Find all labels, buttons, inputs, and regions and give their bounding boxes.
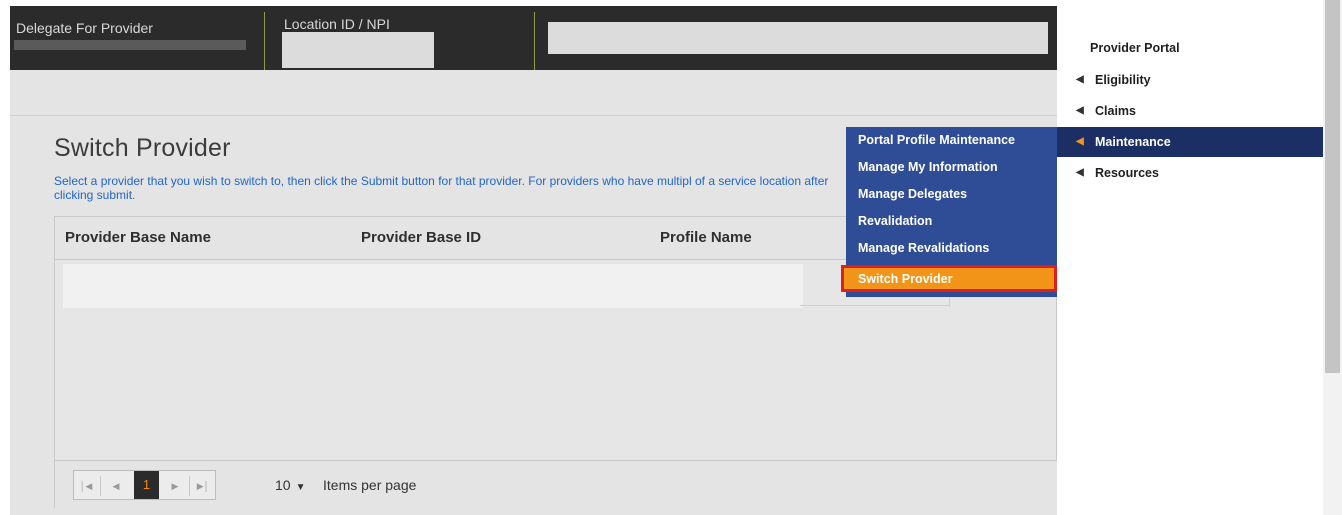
grid-pager: │◀ ◀ 1 ▶ ▶│ 10 ▼ Items per page [55, 460, 1058, 508]
delegate-value-redacted [14, 40, 246, 50]
submenu-item-revalidation[interactable]: Revalidation [846, 208, 1057, 235]
submenu-item-portal-profile-maintenance[interactable]: Portal Profile Maintenance [846, 127, 1057, 154]
col-header-provider-base-id[interactable]: Provider Base ID [361, 229, 481, 246]
items-per-page-value: 10 [275, 477, 291, 493]
submenu-item-switch-provider[interactable]: Switch Provider [841, 265, 1057, 292]
submenu-item-manage-revalidations[interactable]: Manage Revalidations [846, 235, 1057, 262]
nav-item-label: Eligibility [1095, 73, 1151, 87]
maintenance-submenu: Portal Profile Maintenance Manage My Inf… [841, 127, 1057, 297]
delegate-cell: Delegate For Provider [10, 6, 264, 70]
header-divider [264, 12, 265, 70]
location-value-redacted [282, 32, 434, 68]
location-cell: Location ID / NPI [272, 6, 532, 70]
caret-left-icon: ◀ [1076, 74, 1084, 85]
pager-divider [100, 476, 101, 496]
nav-item-label: Claims [1095, 104, 1136, 118]
scrollbar-thumb[interactable] [1325, 0, 1340, 373]
col-header-provider-base-name[interactable]: Provider Base Name [65, 229, 211, 246]
nav-item-resources[interactable]: ◀ Resources [1057, 158, 1323, 188]
pager-controls: │◀ ◀ 1 ▶ ▶│ [73, 470, 216, 500]
submenu-item-manage-delegates[interactable]: Manage Delegates [846, 181, 1057, 208]
caret-left-icon: ◀ [1076, 136, 1084, 147]
row-divider [800, 305, 950, 306]
prev-page-icon[interactable]: ◀ [107, 477, 125, 495]
nav-title: Provider Portal [1090, 41, 1180, 55]
caret-left-icon: ◀ [1076, 167, 1084, 178]
submenu-item-manage-my-information[interactable]: Manage My Information [846, 154, 1057, 181]
first-page-icon[interactable]: │◀ [77, 477, 95, 495]
screen: ​ Delegate For Provider Location ID / NP… [0, 0, 1342, 515]
right-navigation: Provider Portal ◀ Eligibility ◀ Claims ◀… [1057, 22, 1323, 515]
items-per-page-label: Items per page [323, 477, 417, 493]
instructions-text: Select a provider that you wish to switc… [54, 174, 829, 202]
location-label: Location ID / NPI [284, 16, 390, 32]
nav-item-claims[interactable]: ◀ Claims [1057, 96, 1323, 126]
table-row[interactable] [63, 264, 803, 308]
caret-left-icon: ◀ [1076, 105, 1084, 116]
current-page-button[interactable]: 1 [134, 471, 159, 499]
header-divider [534, 12, 535, 70]
caret-down-icon: ▼ [295, 482, 306, 493]
col-header-profile-name[interactable]: Profile Name [660, 229, 752, 246]
nav-item-label: Maintenance [1095, 135, 1171, 149]
pager-divider [189, 476, 190, 496]
delegate-label: Delegate For Provider [16, 20, 153, 36]
last-page-icon[interactable]: ▶│ [194, 477, 212, 495]
provider-info-redacted [548, 22, 1048, 54]
page-title: Switch Provider [54, 134, 231, 162]
content-divider [10, 115, 1057, 116]
next-page-icon[interactable]: ▶ [166, 477, 184, 495]
provider-header-bar: Delegate For Provider Location ID / NPI [10, 6, 1057, 70]
nav-item-eligibility[interactable]: ◀ Eligibility [1057, 65, 1323, 95]
nav-item-label: Resources [1095, 166, 1159, 180]
nav-item-maintenance[interactable]: ◀ Maintenance [1057, 127, 1323, 157]
items-per-page-select[interactable]: 10 ▼ [275, 477, 305, 493]
